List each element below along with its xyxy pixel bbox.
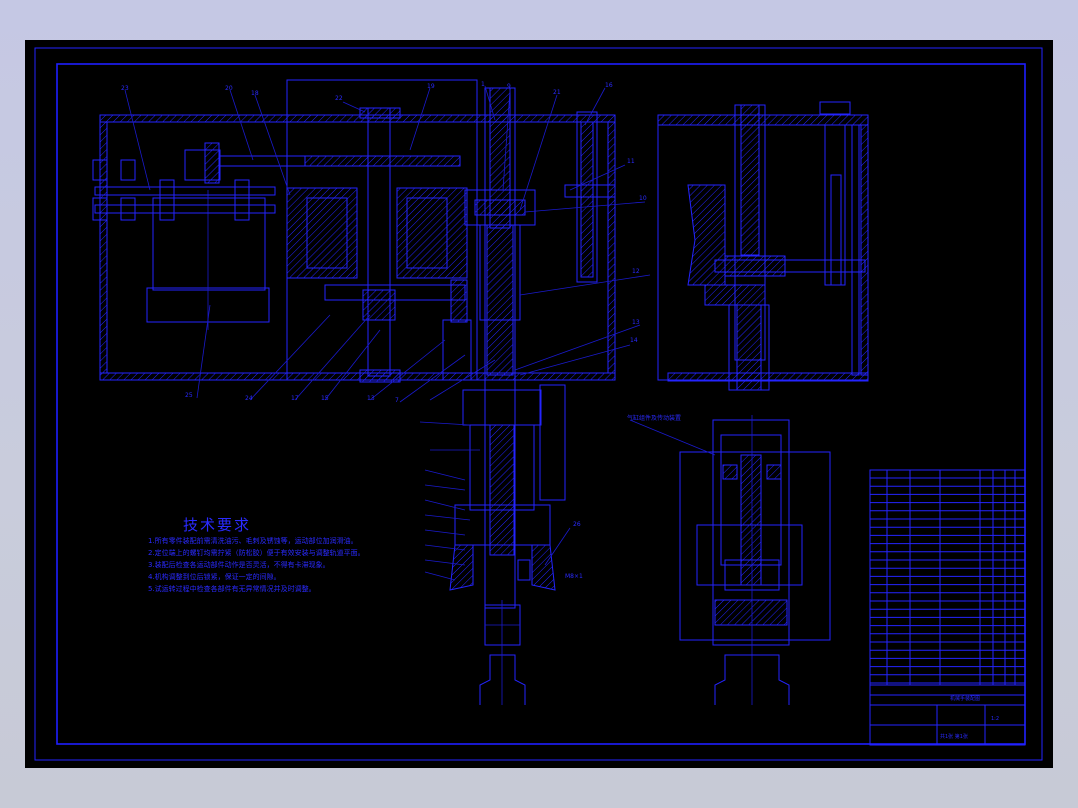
svg-text:22: 22 (335, 95, 343, 102)
svg-text:13: 13 (367, 395, 375, 402)
svg-text:23: 23 (121, 85, 129, 92)
svg-text:12: 12 (632, 268, 640, 275)
tech-line: 3.装配后检查各运动部件动作是否灵活，不得有卡滞现象。 (148, 560, 330, 569)
svg-text:24: 24 (245, 395, 253, 402)
svg-text:13: 13 (632, 319, 640, 326)
tech-line: 2.定位端上的螺钉均需拧紧（防松胶）便于有效安装与调整轨道平面。 (148, 548, 365, 557)
tech-line: 4.机构调整到位后锁紧，保证一定的间隙。 (148, 572, 281, 581)
svg-text:1: 1 (481, 81, 485, 88)
outer-border (34, 47, 1043, 761)
tech-line: 1.所有零件装配前需清洗油污、毛刺及锈蚀等，运动部位加润滑油。 (148, 536, 358, 545)
svg-text:17: 17 (291, 395, 299, 402)
svg-text:14: 14 (630, 337, 638, 344)
svg-text:25: 25 (185, 392, 193, 399)
svg-text:21: 21 (553, 89, 561, 96)
tech-title: 技术要求 (183, 516, 251, 534)
main-section-view: 23 20 18 22 19 1 9 21 16 11 10 12 13 14 … (92, 79, 651, 705)
svg-text:16: 16 (605, 82, 613, 89)
svg-text:10: 10 (639, 195, 647, 202)
cad-viewport[interactable]: 23 20 18 22 19 1 9 21 16 11 10 12 13 14 … (25, 40, 1053, 768)
side-view (629, 101, 869, 705)
svg-text:7: 7 (395, 397, 399, 404)
sheet-label: 共1张 第1张 (940, 733, 968, 740)
drawing-title: 机械手装配图 (950, 695, 980, 702)
tech-requirements: 技术要求 1.所有零件装配前需清洗油污、毛刺及锈蚀等，运动部位加润滑油。 2.定… (148, 516, 365, 593)
callout-label: M8×1 (565, 573, 583, 580)
svg-text:9: 9 (507, 83, 511, 90)
svg-text:18: 18 (251, 90, 259, 97)
note-label: 气缸组件及传动装置 (627, 414, 681, 422)
scale-label: 1:2 (991, 716, 999, 722)
svg-text:19: 19 (427, 83, 435, 90)
cad-drawing: 23 20 18 22 19 1 9 21 16 11 10 12 13 14 … (34, 47, 1043, 761)
bill-of-materials: 机械手装配图 1:2 共1张 第1张 (869, 469, 1026, 746)
svg-text:11: 11 (627, 158, 635, 165)
svg-text:20: 20 (225, 85, 233, 92)
tech-line: 5.试运转过程中检查各部件有无异常情况并及时调整。 (148, 584, 316, 593)
svg-text:26: 26 (573, 521, 581, 528)
svg-text:15: 15 (321, 395, 329, 402)
